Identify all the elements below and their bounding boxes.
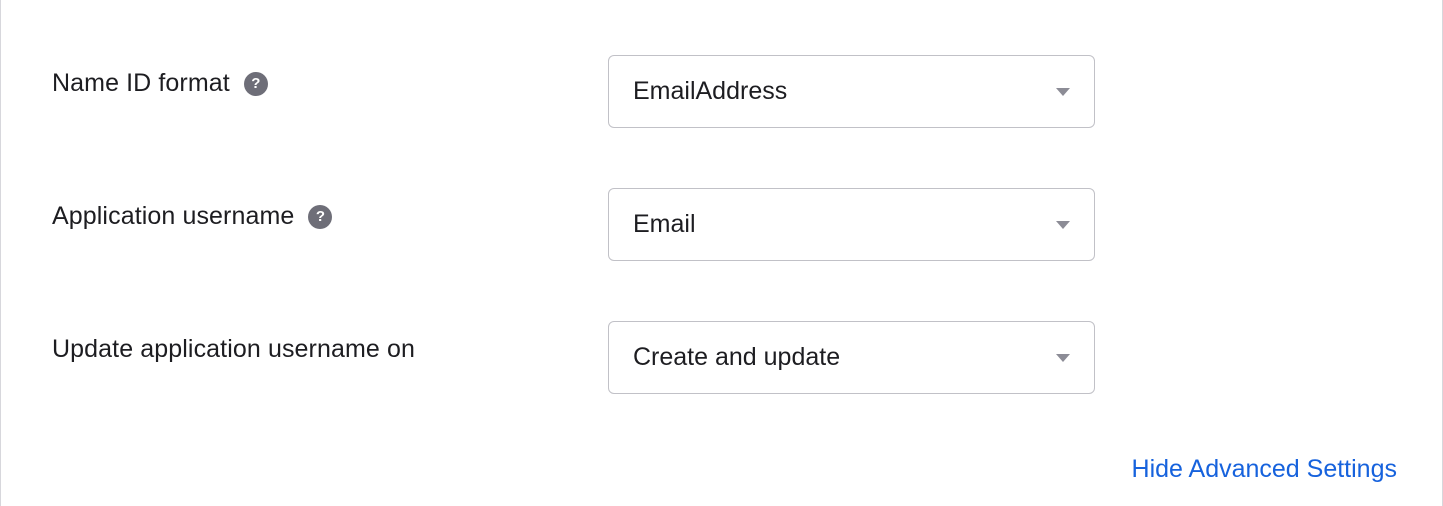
application-username-select[interactable]: Email xyxy=(608,188,1095,261)
label-col: Application username ? xyxy=(52,188,608,231)
help-icon[interactable]: ? xyxy=(244,72,268,96)
field-row-application-username: Application username ? Email xyxy=(52,188,1397,261)
help-icon[interactable]: ? xyxy=(308,205,332,229)
chevron-down-icon xyxy=(1056,88,1070,96)
toggle-advanced-settings-link[interactable]: Hide Advanced Settings xyxy=(1132,455,1397,483)
update-application-username-on-select[interactable]: Create and update xyxy=(608,321,1095,394)
name-id-format-label: Name ID format xyxy=(52,69,230,98)
footer-link-row: Hide Advanced Settings xyxy=(1132,455,1397,484)
select-wrap: Email xyxy=(608,188,1095,261)
update-application-username-on-label: Update application username on xyxy=(52,335,415,364)
chevron-down-icon xyxy=(1056,354,1070,362)
select-wrap: Create and update xyxy=(608,321,1095,394)
name-id-format-select[interactable]: EmailAddress xyxy=(608,55,1095,128)
settings-panel: Name ID format ? EmailAddress Applicatio… xyxy=(0,0,1443,506)
select-value: EmailAddress xyxy=(633,77,787,106)
field-row-name-id-format: Name ID format ? EmailAddress xyxy=(52,55,1397,128)
select-value: Email xyxy=(633,210,696,239)
label-col: Name ID format ? xyxy=(52,55,608,98)
select-wrap: EmailAddress xyxy=(608,55,1095,128)
label-col: Update application username on xyxy=(52,321,608,364)
field-row-update-application-username-on: Update application username on Create an… xyxy=(52,321,1397,394)
chevron-down-icon xyxy=(1056,221,1070,229)
application-username-label: Application username xyxy=(52,202,294,231)
select-value: Create and update xyxy=(633,343,840,372)
